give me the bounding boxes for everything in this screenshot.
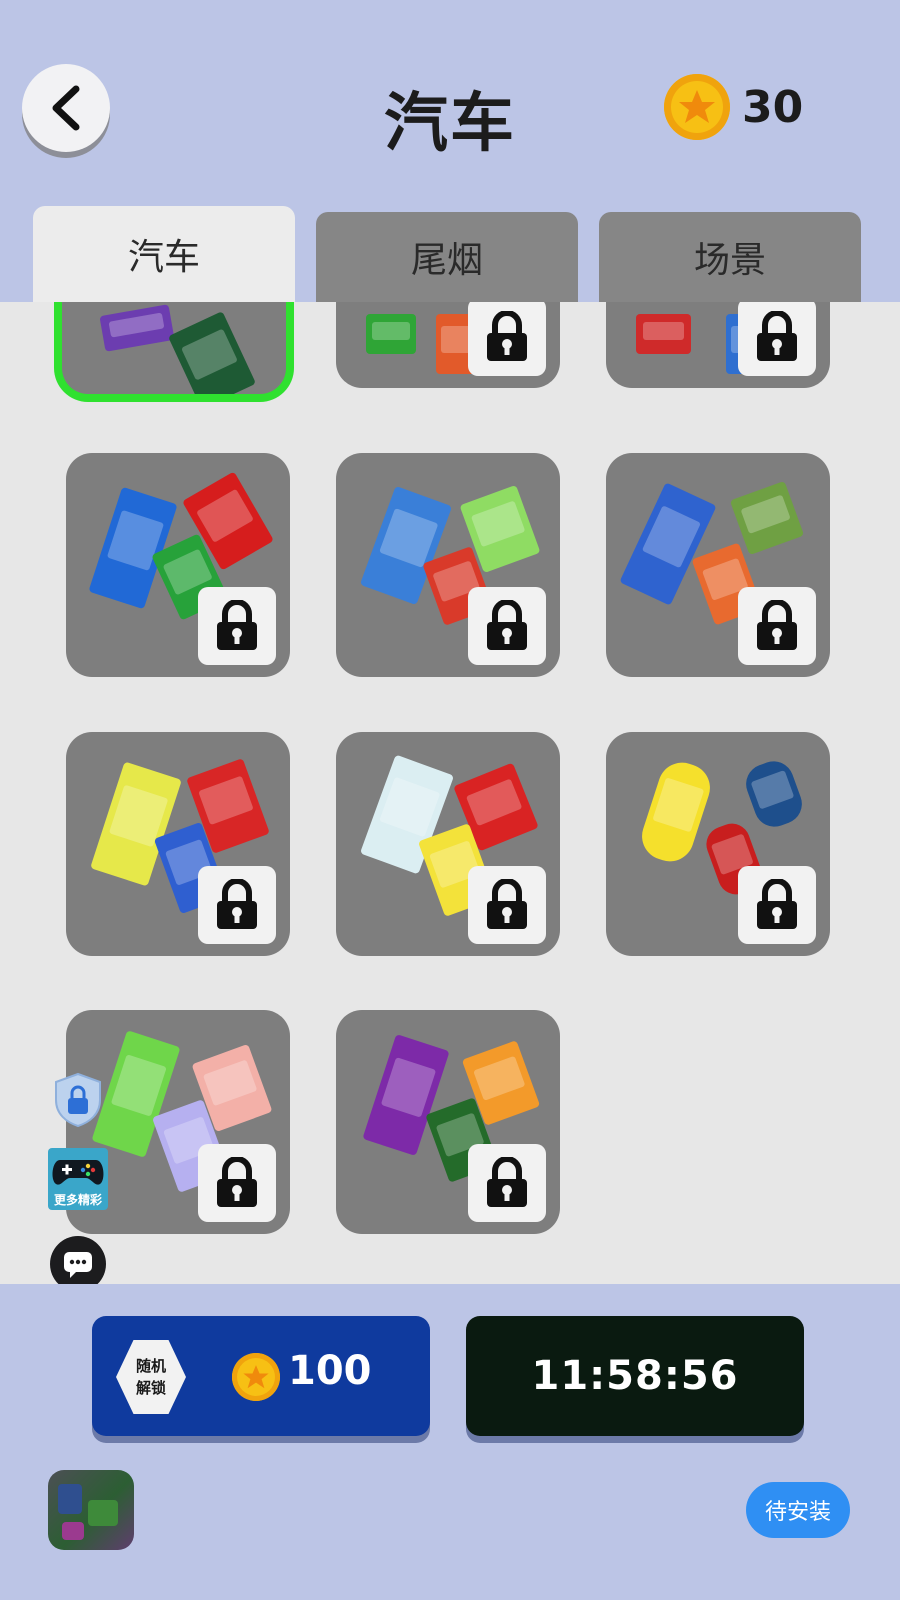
bottom-bar: 随机 解锁 100 11:58:56 待安装	[0, 1284, 900, 1600]
install-button[interactable]: 待安装	[746, 1482, 850, 1538]
random-unlock-button[interactable]: 随机 解锁 100	[92, 1316, 430, 1436]
grid-item-car-set-2[interactable]	[336, 302, 560, 388]
tab-scene[interactable]: 场景	[599, 212, 861, 302]
grid-item-car-set-1[interactable]	[62, 302, 286, 394]
grid-item-car-set-8[interactable]	[336, 732, 560, 956]
lock-icon	[468, 587, 546, 665]
more-games-label: 更多精彩	[53, 1193, 102, 1207]
random-unlock-label-line2: 解锁	[135, 1379, 166, 1397]
grid-item-car-set-4[interactable]	[66, 453, 290, 677]
gamepad-icon	[52, 1160, 104, 1185]
coin-count: 30	[742, 81, 804, 133]
lock-icon	[468, 302, 546, 376]
lock-icon	[468, 866, 546, 944]
grid-item-car-set-5[interactable]	[336, 453, 560, 677]
promo-app-thumbnail[interactable]	[48, 1470, 134, 1550]
lock-icon	[468, 1144, 546, 1222]
tab-cars[interactable]: 汽车	[33, 206, 295, 302]
lock-icon	[738, 302, 816, 376]
grid-item-car-set-3[interactable]	[606, 302, 830, 388]
random-unlock-badge: 随机 解锁	[116, 1340, 186, 1414]
lock-icon	[198, 1144, 276, 1222]
lock-icon	[738, 587, 816, 665]
more-games-button[interactable]: 更多精彩	[48, 1148, 108, 1210]
shield-lock-icon[interactable]	[52, 1072, 104, 1128]
lock-icon	[198, 866, 276, 944]
lock-icon	[198, 587, 276, 665]
grid-item-car-set-9[interactable]	[606, 732, 830, 956]
random-unlock-label-line1: 随机	[135, 1357, 166, 1375]
category-tabs: 汽车 尾烟 场景	[33, 206, 863, 302]
coin-balance: 30	[664, 74, 803, 140]
grid-item-car-set-11[interactable]	[336, 1010, 560, 1234]
header: 汽车 30	[0, 0, 900, 205]
ad-timer-button[interactable]: 11:58:56	[466, 1316, 804, 1436]
grid-item-car-set-6[interactable]	[606, 453, 830, 677]
item-grid	[0, 302, 900, 1284]
tab-smoke[interactable]: 尾烟	[316, 212, 578, 302]
random-unlock-price: 100	[288, 1348, 372, 1394]
grid-item-car-set-7[interactable]	[66, 732, 290, 956]
lock-icon	[738, 866, 816, 944]
coin-icon	[664, 74, 730, 140]
coin-icon	[232, 1353, 280, 1401]
